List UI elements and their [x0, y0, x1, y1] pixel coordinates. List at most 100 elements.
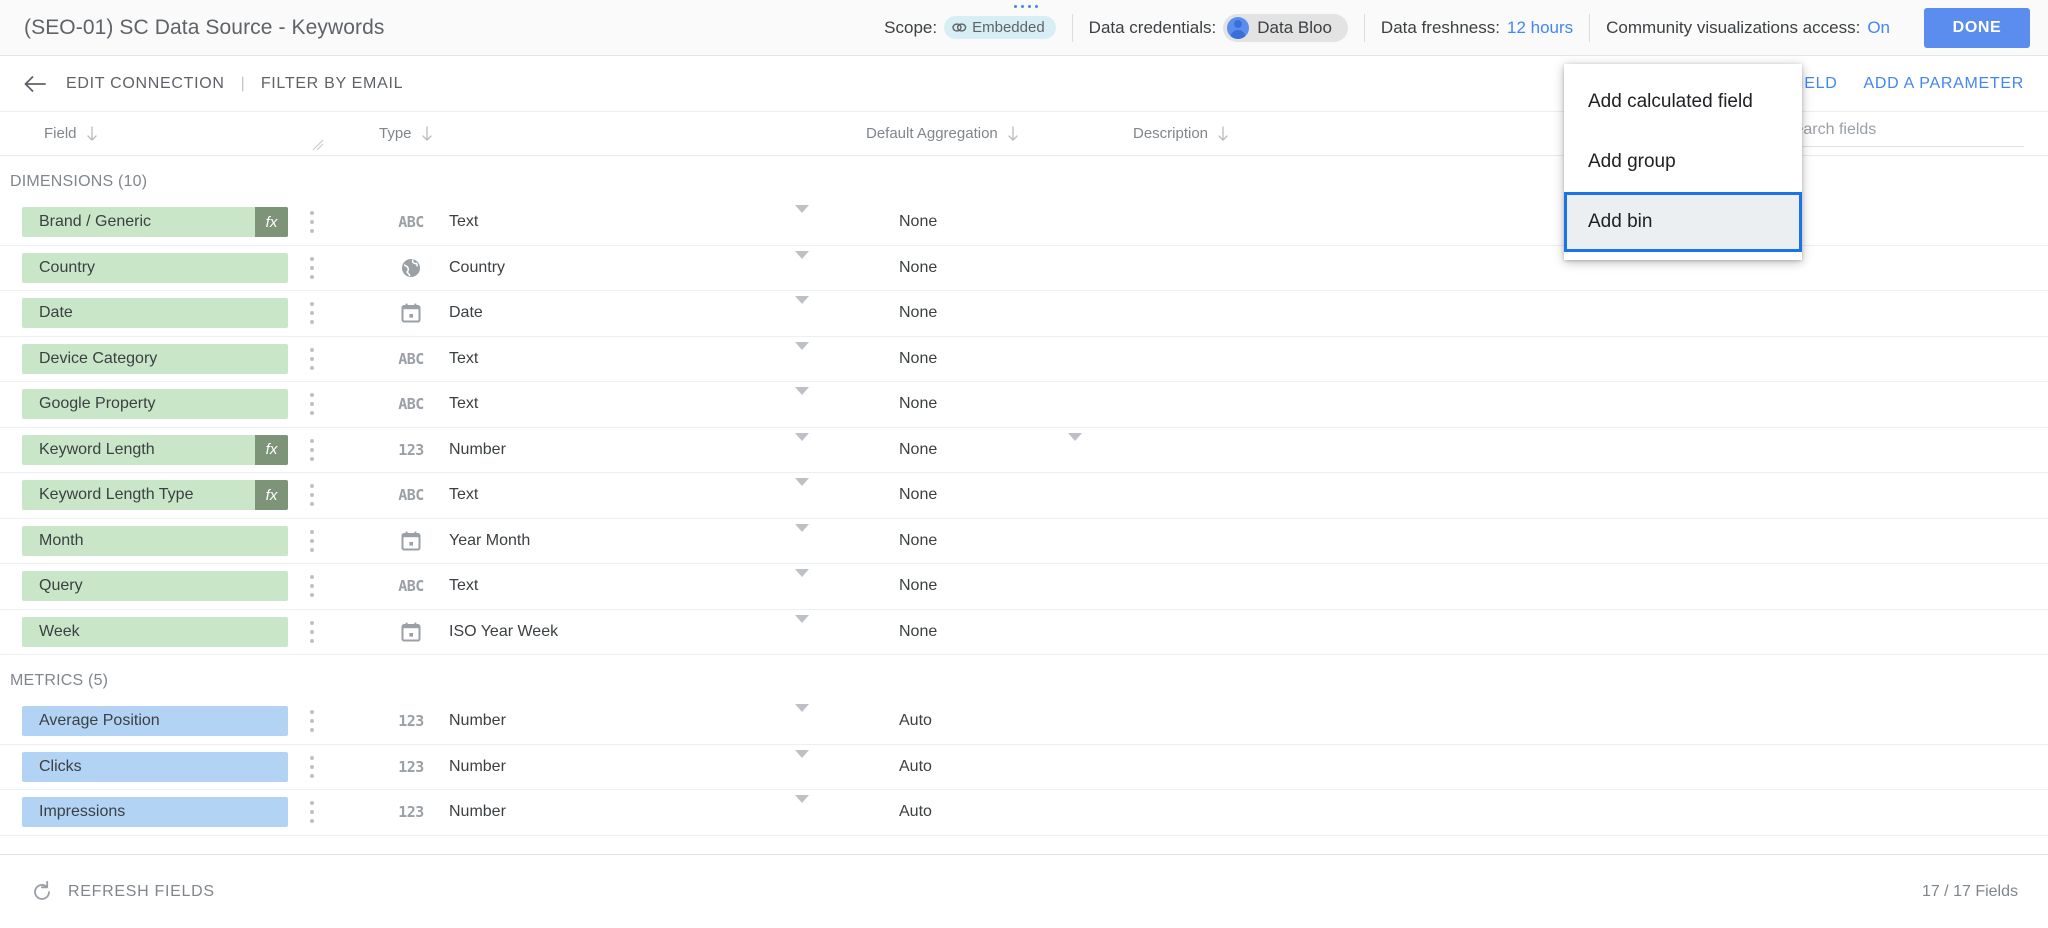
- field-type-dropdown[interactable]: [795, 205, 809, 231]
- default-aggregation-label: None: [899, 395, 938, 413]
- table-row[interactable]: Month Year Month None: [0, 519, 2048, 564]
- row-more-options-icon[interactable]: [303, 708, 321, 734]
- number-type-icon: 123: [396, 803, 426, 821]
- calendar-icon: [396, 621, 426, 643]
- table-row[interactable]: Google Property ABC Text None: [0, 382, 2048, 428]
- sort-down-arrow-icon: [1008, 125, 1018, 141]
- field-type-dropdown[interactable]: [795, 250, 809, 277]
- field-type-dropdown[interactable]: [795, 614, 809, 641]
- chevron-down-icon: [795, 341, 809, 367]
- row-more-options-icon[interactable]: [303, 255, 321, 281]
- field-type-dropdown[interactable]: [795, 569, 809, 595]
- chevron-down-icon: [795, 614, 809, 640]
- refresh-fields-button[interactable]: REFRESH FIELDS: [30, 880, 215, 904]
- menu-item-add-bin[interactable]: Add bin: [1564, 192, 1802, 252]
- field-type-dropdown[interactable]: [795, 432, 809, 459]
- field-chip[interactable]: Keyword Length Type fx: [22, 480, 288, 511]
- table-row[interactable]: Impressions 123 Number Auto: [0, 790, 2048, 836]
- field-type-dropdown[interactable]: [795, 478, 809, 504]
- table-row[interactable]: Week ISO Year Week None: [0, 610, 2048, 655]
- field-chip[interactable]: Week: [22, 616, 288, 647]
- menu-item-add-group[interactable]: Add group: [1564, 132, 1802, 192]
- data-credentials-chip[interactable]: Data Bloo: [1223, 13, 1348, 42]
- default-aggregation-label: None: [899, 349, 938, 367]
- field-type-dropdown[interactable]: [795, 523, 809, 550]
- table-row[interactable]: Clicks 123 Number Auto: [0, 745, 2048, 790]
- table-row[interactable]: Average Position 123 Number Auto: [0, 699, 2048, 745]
- default-aggregation-label: None: [899, 213, 938, 231]
- table-row[interactable]: Date Date None: [0, 291, 2048, 337]
- field-chip[interactable]: Device Category: [22, 343, 288, 374]
- chevron-down-icon: [795, 250, 809, 276]
- field-chip[interactable]: Impressions: [22, 797, 288, 828]
- row-more-options-icon[interactable]: [303, 300, 321, 326]
- field-name: Keyword Length: [39, 440, 155, 458]
- table-row[interactable]: Keyword Length Type fx ABC Text None: [0, 473, 2048, 519]
- data-credentials-item[interactable]: Data credentials: Data Bloo: [1073, 13, 1365, 42]
- text-type-icon: ABC: [396, 486, 426, 504]
- row-more-options-icon[interactable]: [303, 346, 321, 372]
- field-name: Date: [39, 304, 73, 322]
- default-aggregation-label: None: [899, 440, 938, 458]
- field-chip[interactable]: Date: [22, 298, 288, 329]
- field-chip[interactable]: Clicks: [22, 751, 288, 782]
- row-more-options-icon[interactable]: [303, 528, 321, 554]
- field-type-label: Text: [449, 486, 479, 504]
- scope-chip[interactable]: Embedded: [944, 16, 1056, 39]
- field-type-dropdown[interactable]: [795, 387, 809, 413]
- menu-item-add-calculated-field[interactable]: Add calculated field: [1564, 72, 1802, 132]
- community-visualizations-value[interactable]: On: [1867, 18, 1890, 38]
- table-row[interactable]: Keyword Length fx 123 Number None: [0, 428, 2048, 473]
- scope-item[interactable]: Scope: Embedded: [868, 13, 1073, 42]
- column-header-description[interactable]: Description: [1133, 125, 1229, 142]
- default-aggregation-dropdown[interactable]: [1068, 432, 1082, 459]
- field-type-dropdown[interactable]: [795, 296, 809, 322]
- field-chip[interactable]: Country: [22, 252, 288, 283]
- filter-by-email-button[interactable]: FILTER BY EMAIL: [247, 75, 417, 93]
- field-chip[interactable]: Month: [22, 525, 288, 556]
- row-more-options-icon[interactable]: [303, 437, 321, 463]
- row-more-options-icon[interactable]: [303, 482, 321, 508]
- default-aggregation-label: Auto: [899, 757, 932, 775]
- column-header-default-aggregation[interactable]: Default Aggregation: [866, 125, 1019, 142]
- done-button[interactable]: DONE: [1924, 7, 2030, 48]
- row-more-options-icon[interactable]: [303, 573, 321, 599]
- edit-connection-button[interactable]: EDIT CONNECTION: [52, 75, 239, 93]
- back-arrow-icon[interactable]: [18, 67, 52, 101]
- row-more-options-icon[interactable]: [303, 619, 321, 645]
- field-type-dropdown[interactable]: [795, 795, 809, 821]
- drag-handle-dots-icon[interactable]: [1014, 5, 1038, 8]
- community-visualizations-item[interactable]: Community visualizations access: On: [1590, 14, 1906, 42]
- data-freshness-value[interactable]: 12 hours: [1507, 18, 1573, 38]
- add-a-parameter-label: ADD A PARAMETER: [1863, 74, 2024, 92]
- row-more-options-icon[interactable]: [303, 209, 321, 235]
- avatar: [1227, 16, 1250, 39]
- data-freshness-item[interactable]: Data freshness: 12 hours: [1365, 13, 1591, 42]
- row-more-options-icon[interactable]: [303, 391, 321, 417]
- chevron-down-icon: [795, 749, 809, 775]
- field-chip[interactable]: Google Property: [22, 389, 288, 420]
- field-chip[interactable]: Brand / Generic fx: [22, 207, 288, 238]
- search-input[interactable]: [1783, 116, 2024, 147]
- row-more-options-icon[interactable]: [303, 799, 321, 825]
- row-more-options-icon[interactable]: [303, 754, 321, 780]
- field-type-dropdown[interactable]: [795, 749, 809, 776]
- field-chip[interactable]: Keyword Length fx: [22, 434, 288, 465]
- data-source-title: (SEO-01) SC Data Source - Keywords: [24, 15, 385, 39]
- field-name: Average Position: [39, 712, 160, 730]
- default-aggregation-label: None: [899, 577, 938, 595]
- column-header-field[interactable]: Field: [44, 125, 98, 142]
- sort-down-arrow-icon: [86, 125, 97, 141]
- field-chip[interactable]: Query: [22, 571, 288, 602]
- scope-chip-label: Embedded: [972, 19, 1045, 36]
- column-header-type[interactable]: Type: [379, 125, 433, 142]
- type-glyph: 123: [398, 803, 424, 822]
- column-resize-handle[interactable]: [312, 139, 324, 151]
- calendar-icon: [396, 302, 426, 324]
- table-row[interactable]: Device Category ABC Text None: [0, 337, 2048, 382]
- table-row[interactable]: Query ABC Text None: [0, 564, 2048, 610]
- field-chip[interactable]: Average Position: [22, 706, 288, 737]
- field-type-dropdown[interactable]: [795, 704, 809, 730]
- field-type-dropdown[interactable]: [795, 341, 809, 368]
- add-a-parameter-button[interactable]: ADD A PARAMETER: [1864, 75, 2024, 93]
